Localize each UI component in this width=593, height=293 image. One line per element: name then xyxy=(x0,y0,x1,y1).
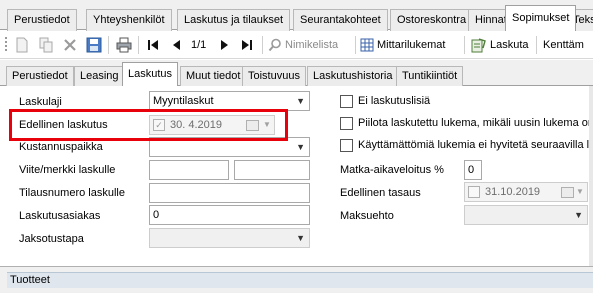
jaksotustapa-label: Jaksotustapa xyxy=(19,233,84,245)
tab-inner-leasing[interactable]: Leasing xyxy=(74,66,125,86)
invoice-icon xyxy=(471,38,486,53)
kenttamies-label: Kenttäm xyxy=(543,39,584,51)
vertical-scrollbar[interactable] xyxy=(589,86,593,266)
kayttamattomia-checkbox[interactable] xyxy=(340,139,353,152)
edellinen-tasaus-value: 31.10.2019 xyxy=(485,186,541,198)
tilausnumero-label: Tilausnumero laskulle xyxy=(19,187,125,199)
chevron-down-icon: ▼ xyxy=(296,142,305,152)
chevron-down-icon: ▼ xyxy=(576,187,584,196)
delete-icon[interactable] xyxy=(62,35,78,55)
tab-inner-perustiedot[interactable]: Perustiedot xyxy=(6,66,74,86)
jaksotustapa-select[interactable]: ▼ xyxy=(149,228,310,248)
last-record-icon[interactable] xyxy=(240,35,254,55)
tab-inner-laskutus[interactable]: Laskutus xyxy=(122,62,179,86)
kenttamies-button[interactable]: Kenttäm xyxy=(543,35,584,55)
tab-inner-toistuvuus[interactable]: Toistuvuus xyxy=(242,66,306,86)
kustannuspaikka-label: Kustannuspaikka xyxy=(19,141,103,153)
laskulaji-label: Laskulaji xyxy=(19,96,62,108)
tab-laskutus-ja-tilaukset[interactable]: Laskutus ja tilaukset xyxy=(177,9,291,31)
viite-label: Viite/merkki laskulle xyxy=(19,164,116,176)
highlight-box xyxy=(9,109,288,141)
top-tab-strip: Perustiedot Yhteyshenkilöt Laskutus ja t… xyxy=(0,0,593,31)
mittarilukemat-label: Mittarilukemat xyxy=(377,39,446,51)
save-icon[interactable] xyxy=(86,35,102,55)
grid-icon xyxy=(360,38,374,52)
matka-field[interactable]: 0 xyxy=(464,160,482,180)
kayttamattomia-label: Käyttämättömiä lukemia ei hyvitetä seura… xyxy=(358,139,593,151)
tab-seurantakohteet[interactable]: Seurantakohteet xyxy=(293,9,388,31)
maksuehto-label: Maksuehto xyxy=(340,210,394,222)
laskulaji-select[interactable]: Myyntilaskut ▼ xyxy=(149,91,310,111)
laskutusasiakas-field[interactable]: 0 xyxy=(149,205,310,225)
laskulaji-value: Myyntilaskut xyxy=(153,95,214,107)
tab-perustiedot[interactable]: Perustiedot xyxy=(7,9,77,31)
tab-yhteyshenkilot[interactable]: Yhteyshenkilöt xyxy=(86,9,172,31)
tab-ostoreskontra[interactable]: Ostoreskontra xyxy=(390,9,474,31)
maksuehto-select[interactable]: ▼ xyxy=(464,205,588,225)
ei-laskutuslisia-checkbox[interactable] xyxy=(340,95,353,108)
piilota-label: Piilota laskutettu lukema, mikäli uusin … xyxy=(358,117,593,129)
edellinen-tasaus-label: Edellinen tasaus xyxy=(340,187,421,199)
viite-field-2[interactable] xyxy=(234,160,310,180)
tab-inner-tuntikiintiot[interactable]: Tuntikiintiöt xyxy=(396,66,464,86)
toolbar: 1/1 Nimikelista Mittarilukemat Laskuta K… xyxy=(0,31,593,59)
previous-record-icon[interactable] xyxy=(170,35,184,55)
nimikelista-label: Nimikelista xyxy=(285,39,339,51)
matka-label: Matka-aikaveloitus % xyxy=(340,164,444,176)
checkbox-icon xyxy=(468,186,480,198)
copy-icon[interactable] xyxy=(38,35,54,55)
chevron-down-icon: ▼ xyxy=(574,210,583,220)
piilota-checkbox[interactable] xyxy=(340,117,353,130)
chevron-down-icon: ▼ xyxy=(296,96,305,106)
new-icon[interactable] xyxy=(14,35,30,55)
tab-inner-laskutushistoria[interactable]: Laskutushistoria xyxy=(307,66,399,86)
record-position: 1/1 xyxy=(191,39,207,51)
ei-laskutuslisia-label: Ei laskutuslisiä xyxy=(358,95,431,107)
toolbar-grip xyxy=(4,35,8,55)
tuotteet-label: Tuotteet xyxy=(10,274,50,286)
calendar-icon xyxy=(561,187,574,198)
tilausnumero-field[interactable] xyxy=(149,183,310,203)
tuotteet-header: Tuotteet xyxy=(7,272,593,288)
nimikelista-button[interactable]: Nimikelista xyxy=(268,35,338,55)
mittarilukemat-button[interactable]: Mittarilukemat xyxy=(360,35,445,55)
first-record-icon[interactable] xyxy=(146,35,160,55)
laskuta-label: Laskuta xyxy=(490,39,529,51)
next-record-icon[interactable] xyxy=(217,35,231,55)
laskuta-button[interactable]: Laskuta xyxy=(471,35,529,55)
tab-inner-muut-tiedot[interactable]: Muut tiedot xyxy=(180,66,247,86)
search-icon xyxy=(268,38,281,52)
viite-field-1[interactable] xyxy=(149,160,229,180)
print-icon[interactable] xyxy=(116,35,132,55)
edellinen-tasaus-date: 31.10.2019 ▼ xyxy=(464,182,588,202)
chevron-down-icon: ▼ xyxy=(296,233,305,243)
laskutusasiakas-label: Laskutusasiakas xyxy=(19,210,101,222)
tab-sopimukset[interactable]: Sopimukset xyxy=(505,5,577,31)
